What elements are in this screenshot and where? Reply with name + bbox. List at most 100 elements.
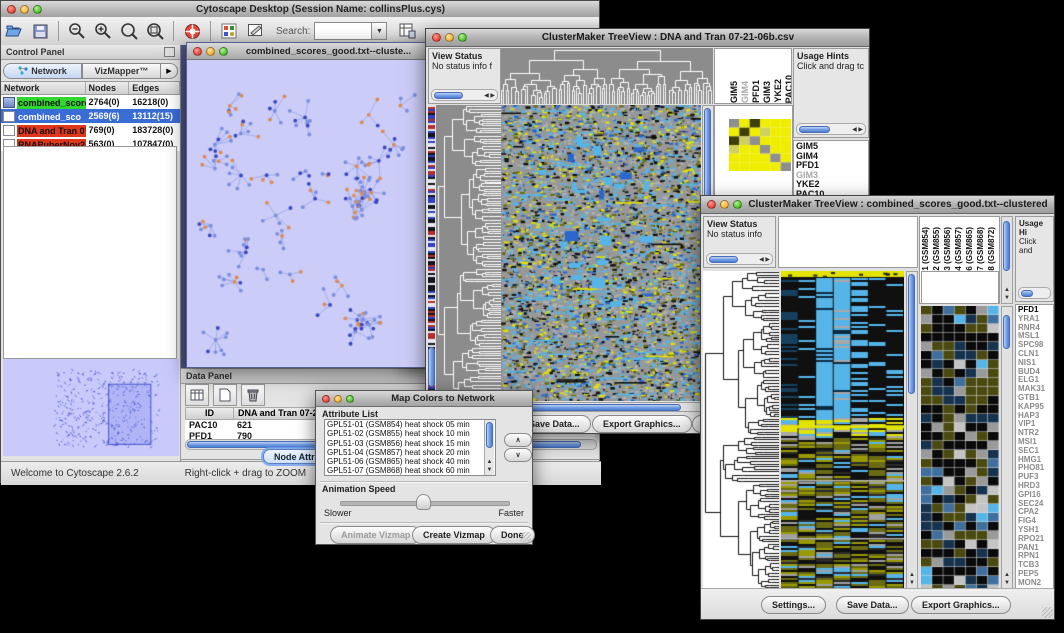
column-label[interactable]: GIM4 [740,81,751,103]
treeview1-titlebar[interactable]: ClusterMaker TreeView : DNA and Tran 07-… [426,29,869,47]
speed-slider-thumb[interactable] [416,494,431,510]
network-table-header: Network Nodes Edges [1,81,180,95]
minimize-icon[interactable] [334,395,342,403]
col-network[interactable]: Network [1,82,86,94]
move-down-button[interactable]: ∨ [504,448,532,462]
vizmap-node-icon[interactable] [217,20,241,42]
open-icon[interactable] [2,20,26,42]
gene-label[interactable]: MON2 [1018,579,1051,588]
attribute-list-item[interactable]: GPL51-03 (GSM856) heat shock 15 min [327,439,495,448]
attribute-list-item[interactable]: GPL51-06 (GSM865) heat shock 40 min [327,457,495,466]
correlation-matrix[interactable] [729,119,791,171]
dialog-titlebar[interactable]: Map Colors to Network [316,391,532,407]
row-dendrogram[interactable] [436,105,501,401]
network-edges-count: 16218(0) [129,95,180,109]
close-icon[interactable] [7,5,16,14]
col-id[interactable]: ID [186,408,234,419]
zoom-in-icon[interactable] [91,20,115,42]
create-attribute-icon[interactable] [213,384,237,406]
column-label[interactable]: GIM3 [762,81,773,103]
zoom-out-icon[interactable] [65,20,89,42]
tab-vizmapper[interactable]: VizMapper™ [82,63,161,79]
treeview2-title: ClusterMaker TreeView : combined_scores_… [742,199,1054,210]
control-panel-title: Control Panel [6,47,65,57]
resize-grip[interactable] [1042,607,1053,618]
heatmap-vscrollbar[interactable]: ▲ ▼ [906,271,918,589]
network1-canvas[interactable] [189,61,427,365]
attribute-list-item[interactable]: GPL51-01 (GSM854) heat shock 05 min [327,420,495,429]
main-titlebar[interactable]: Cytoscape Desktop (Session Name: collins… [1,1,599,18]
tab-network[interactable]: Network [3,63,82,79]
network-tab-icon [18,66,28,75]
tv2-export-graphics-button[interactable]: Export Graphics... [911,596,1011,614]
zoom-window-icon[interactable] [458,33,467,42]
select-attributes-icon[interactable] [185,384,209,406]
minimize-icon[interactable] [20,5,29,14]
treeview2-gene-list: PFD1YRA1RNR4MSL1SPC98CLN1NIS1BUD4ELG1MAK… [1015,304,1054,589]
col-nodes[interactable]: Nodes [86,82,130,94]
zoom-window-icon[interactable] [219,47,228,56]
zoom-heatmap-header [921,271,999,304]
heatmap-canvas[interactable] [781,271,904,589]
close-icon[interactable] [707,200,716,209]
zoom-heatmap-canvas[interactable] [921,306,999,589]
help-icon[interactable] [180,20,204,42]
usage-hints-scrollbar[interactable]: ◀ ▶ [796,123,866,135]
heatmap-canvas[interactable] [501,105,701,401]
close-icon[interactable] [432,33,441,42]
network1-titlebar[interactable]: combined_scores_good.txt--cluste... [187,43,429,60]
column-label[interactable]: GIM5 [729,81,740,103]
network-row[interactable]: combined_scores_ 2764(0) 16218(0) [1,95,180,109]
create-vizmap-button[interactable]: Create Vizmap [412,526,496,544]
column-label[interactable]: PFD1 [751,80,762,103]
zoom-window-icon[interactable] [33,5,42,14]
attribute-list-scrollbar[interactable]: ▲ ▼ [484,420,494,475]
annotation-icon[interactable] [243,20,267,42]
tv2-settings-button[interactable]: Settings... [761,596,826,614]
close-icon[interactable] [322,395,330,403]
gene-list-scrollbar[interactable]: ▲ ▼ [1001,306,1013,589]
view-status-scrollbar[interactable]: ◀ ▶ [431,89,498,101]
minimize-icon[interactable] [445,33,454,42]
delete-attribute-icon[interactable] [241,384,265,406]
attribute-list-item[interactable]: GPL51-04 (GSM857) heat shock 20 min [327,448,495,457]
save-icon[interactable] [28,20,52,42]
zoom-fit-icon[interactable] [143,20,167,42]
zoom-window-icon[interactable] [346,395,354,403]
search-dropdown-icon[interactable]: ▼ [372,22,387,40]
float-panel-icon[interactable] [164,47,175,57]
move-up-button[interactable]: ∧ [504,433,532,447]
close-icon[interactable] [193,47,202,56]
zoom-window-icon[interactable] [733,200,742,209]
column-label[interactable]: YKE2 [773,79,784,103]
minimize-icon[interactable] [720,200,729,209]
birdseye-view[interactable] [3,359,179,456]
search-label: Search: [276,26,310,37]
global-strip-scrollbar[interactable] [428,347,435,387]
attribute-list-item[interactable]: GPL51-07 (GSM868) heat shock 60 min [327,466,495,475]
column-label[interactable]: PAC10 [784,75,792,103]
attribute-browser-icon[interactable] [395,20,419,42]
tv2-save-data-button[interactable]: Save Data... [836,596,909,614]
column-dendrogram[interactable] [501,48,713,104]
col-edges[interactable]: Edges [129,82,180,94]
usage-hints-title: Usage Hi [1019,219,1050,237]
column-dendrogram-area[interactable] [778,216,918,268]
network-row[interactable]: DNA and Tran 07 769(0) 183728(0) [1,123,180,137]
zoom-selected-icon[interactable] [117,20,141,42]
treeview2-titlebar[interactable]: ClusterMaker TreeView : combined_scores_… [701,196,1054,214]
view-status-scrollbar[interactable]: ◀ ▶ [706,253,773,265]
tab-overflow-button[interactable]: ▶ [161,63,178,79]
minimize-icon[interactable] [206,47,215,56]
search-input[interactable] [314,22,372,40]
network-row[interactable]: combined_sco 2569(6) 13112(15) [1,109,180,123]
row-dendrogram[interactable] [703,271,779,589]
usage-hints-scrollbar[interactable] [1018,287,1051,299]
tv1-export-graphics-button[interactable]: Export Graphics... [592,415,692,433]
attribute-list-item[interactable]: GPL51-02 (GSM855) heat shock 10 min [327,429,495,438]
usage-hints-panel: Usage Hi Click and [1015,216,1054,302]
usage-hints-panel: Usage Hints Click and drag tc ◀ ▶ [793,48,869,138]
attribute-list[interactable]: GPL51-01 (GSM854) heat shock 05 minGPL51… [324,419,496,476]
column-labels-scrollbar[interactable]: ▲ ▼ [1001,216,1013,304]
resize-grip[interactable] [520,532,531,543]
